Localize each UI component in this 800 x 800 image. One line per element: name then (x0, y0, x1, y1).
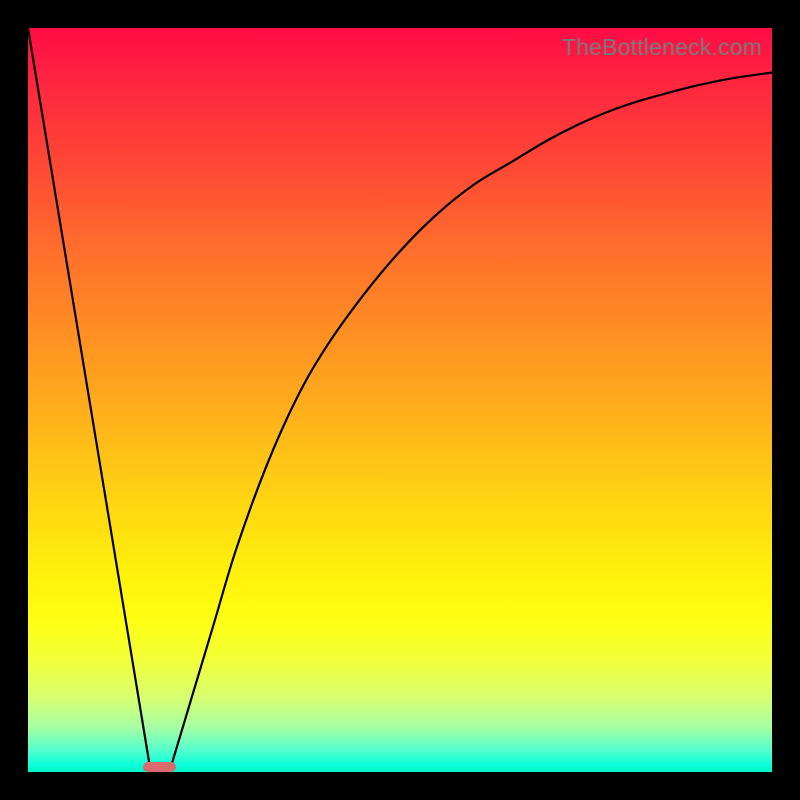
bottleneck-curve (28, 28, 772, 772)
chart-frame: TheBottleneck.com (0, 0, 800, 800)
optimum-marker (143, 762, 176, 772)
plot-area: TheBottleneck.com (28, 28, 772, 772)
curve-path (28, 28, 772, 772)
